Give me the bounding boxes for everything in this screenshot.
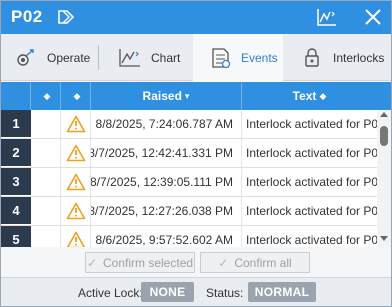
tab-label: Interlocks <box>333 50 385 65</box>
row-number: 4 <box>1 197 31 225</box>
text-cell: Interlock activated for P02 b <box>246 175 377 189</box>
confirm-selected-button[interactable]: ✓ Confirm selected <box>85 252 195 273</box>
warning-icon <box>61 168 91 196</box>
sort-icon: ◆ <box>43 90 51 101</box>
check-icon: ✓ <box>86 255 97 270</box>
warning-icon <box>61 226 91 247</box>
column-header-label: Text <box>292 89 317 103</box>
warning-icon <box>61 197 91 225</box>
tab-label: Chart <box>151 50 181 65</box>
scroll-thumb[interactable] <box>380 126 388 146</box>
sort-icon: ◆ <box>73 90 81 101</box>
vertical-scrollbar[interactable] <box>377 110 391 247</box>
confirm-all-label: Confirm all <box>234 255 292 270</box>
operate-icon <box>17 48 34 66</box>
table-row[interactable]: 1 8/8/2025, 7:24:06.787 AM Interlock act… <box>1 110 377 139</box>
scroll-down-arrow-icon[interactable] <box>380 236 388 241</box>
confirm-all-button[interactable]: ✓ Confirm all <box>200 252 310 273</box>
check-icon: ✓ <box>218 255 229 270</box>
tab-divider <box>98 45 99 70</box>
raised-cell: 8/7/2025, 12:39:05.111 PM <box>91 168 242 196</box>
status-label: Status: <box>206 286 244 300</box>
tab-bar: Operate Chart Events Interlocks <box>1 34 391 81</box>
status-bar: Active Lock: NONE Status: NORMAL <box>1 277 391 306</box>
events-table: ◆ ◆ Raised ▾ Text ◆ 1 8/8/2025, 7:24:06.… <box>1 82 391 247</box>
table-row[interactable]: 2 8/7/2025, 12:42:41.331 PM Interlock ac… <box>1 139 377 168</box>
active-lock-label: Active Lock: <box>78 286 143 300</box>
row-cell <box>31 168 61 196</box>
raised-cell: 8/7/2025, 12:27:26.038 PM <box>91 197 242 225</box>
tab-chart[interactable]: Chart <box>117 34 189 81</box>
close-icon[interactable] <box>361 5 385 29</box>
warning-icon <box>61 139 91 167</box>
text-cell: Interlock activated for P02 b <box>246 233 377 247</box>
warning-icon <box>61 110 91 138</box>
row-cell <box>31 197 61 225</box>
text-cell: Interlock activated for P02 b <box>246 117 377 131</box>
confirm-bar: ✓ Confirm selected ✓ Confirm all <box>1 247 391 277</box>
text-cell: Interlock activated for P02 b <box>246 204 377 218</box>
column-header-label: Raised <box>142 89 182 103</box>
trend-icon[interactable] <box>315 7 339 27</box>
tab-label: Operate <box>47 50 91 65</box>
events-icon <box>212 47 231 68</box>
row-number: 3 <box>1 168 31 196</box>
text-cell: Interlock activated for P02 b <box>246 146 377 160</box>
raised-cell: 8/6/2025, 9:57:52.602 AM <box>91 226 242 247</box>
table-row[interactable]: 4 8/7/2025, 12:27:26.038 PM Interlock ac… <box>1 197 377 226</box>
title-bar: P02 <box>1 1 391 34</box>
column-header-text[interactable]: Text ◆ <box>242 82 377 110</box>
active-lock-badge: NONE <box>141 282 194 302</box>
column-header-sort-2[interactable]: ◆ <box>61 82 91 110</box>
column-header-row-number <box>1 82 31 110</box>
window-title: P02 <box>11 7 43 26</box>
tab-events[interactable]: Events <box>193 34 283 81</box>
confirm-selected-label: Confirm selected <box>103 255 194 270</box>
row-cell <box>31 139 61 167</box>
row-cell <box>31 226 61 247</box>
row-cell <box>31 110 61 138</box>
scroll-up-arrow-icon[interactable] <box>380 112 388 117</box>
window: P02 Operate Chart Events Interlocks ◆ ◆ … <box>0 0 392 307</box>
column-header-sort-1[interactable]: ◆ <box>31 82 61 110</box>
row-number: 2 <box>1 139 31 167</box>
tab-label: Events <box>241 50 278 65</box>
raised-cell: 8/7/2025, 12:42:41.331 PM <box>91 139 242 167</box>
row-number: 5 <box>1 226 31 247</box>
table-header: ◆ ◆ Raised ▾ Text ◆ <box>1 82 391 110</box>
raised-cell: 8/8/2025, 7:24:06.787 AM <box>91 110 242 138</box>
row-number: 1 <box>1 110 31 138</box>
lock-icon <box>305 47 319 67</box>
pin-icon[interactable] <box>55 7 77 27</box>
table-row[interactable]: 5 8/6/2025, 9:57:52.602 AM Interlock act… <box>1 226 377 247</box>
chart-icon <box>119 48 140 67</box>
tab-operate[interactable]: Operate <box>13 34 97 81</box>
table-row[interactable]: 3 8/7/2025, 12:39:05.111 PM Interlock ac… <box>1 168 377 197</box>
status-badge: NORMAL <box>248 282 316 302</box>
tab-interlocks[interactable]: Interlocks <box>299 34 391 81</box>
column-header-raised[interactable]: Raised ▾ <box>91 82 242 110</box>
sort-icon: ◆ <box>319 90 327 101</box>
sort-descending-icon: ▾ <box>184 90 190 101</box>
